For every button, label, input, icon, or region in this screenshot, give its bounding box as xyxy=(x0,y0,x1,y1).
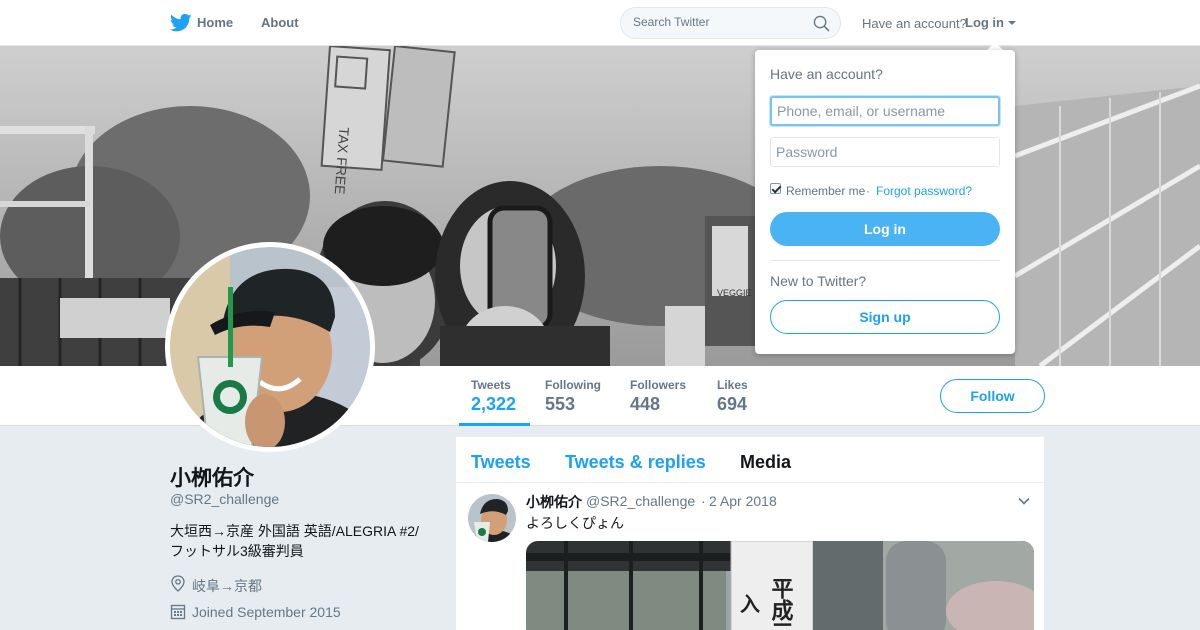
stat-value: 694 xyxy=(717,394,748,414)
dropdown-arrow xyxy=(987,42,1003,50)
tweet-avatar[interactable] xyxy=(468,494,516,542)
chevron-down-icon[interactable] xyxy=(1017,494,1031,508)
profile-location: 岐阜→京都 xyxy=(170,575,262,595)
tweet-media-image[interactable]: 平成三 入 xyxy=(526,541,1034,630)
stat-label: Followers xyxy=(630,378,687,392)
calendar-icon xyxy=(170,604,186,620)
profile-handle[interactable]: @SR2_challenge xyxy=(170,491,279,507)
stat-value: 448 xyxy=(630,394,661,414)
search-icon[interactable] xyxy=(813,15,830,32)
media-sign-text: 平成三 xyxy=(768,577,794,630)
remember-me-label[interactable]: Remember me xyxy=(786,184,865,198)
login-dropdown: Have an account? Remember me · Forgot pa… xyxy=(755,50,1015,354)
tweet-author-name[interactable]: 小栁佑介 xyxy=(526,492,582,512)
tab-media[interactable]: Media xyxy=(740,452,791,473)
separator-dot: · xyxy=(866,184,870,198)
have-account-text: Have an account? xyxy=(862,16,967,31)
tweet-date[interactable]: 2 Apr 2018 xyxy=(709,493,777,509)
new-to-twitter-text: New to Twitter? xyxy=(770,273,867,289)
active-stat-underline xyxy=(459,423,530,426)
media-sign-text-2: 入 xyxy=(740,592,760,616)
login-button[interactable]: Log in xyxy=(770,212,1000,246)
username-field[interactable] xyxy=(770,96,1000,126)
caret-down-icon[interactable] xyxy=(1008,21,1016,25)
signup-button[interactable]: Sign up xyxy=(770,300,1000,334)
stat-followers[interactable]: Followers 448 xyxy=(630,378,686,415)
search-box xyxy=(620,7,841,39)
tab-tweets[interactable]: Tweets xyxy=(471,452,531,473)
stat-value: 2,322 xyxy=(471,394,517,414)
timeline-tabs: Tweets Tweets & replies Media xyxy=(456,437,1044,483)
profile-avatar[interactable] xyxy=(165,242,375,452)
tweet-text: よろしくぴょん xyxy=(526,515,624,531)
stat-tweets[interactable]: Tweets 2,322 xyxy=(471,378,516,415)
nav-about-link[interactable]: About xyxy=(261,15,299,30)
stat-label: Likes xyxy=(717,378,748,392)
stat-label: Tweets xyxy=(471,378,511,392)
stat-following[interactable]: Following 553 xyxy=(545,378,601,415)
location-text: 岐阜→京都 xyxy=(192,578,262,594)
forgot-password-link[interactable]: Forgot password? xyxy=(876,184,972,198)
nav-home-link[interactable]: Home xyxy=(197,15,233,30)
tab-tweets-replies[interactable]: Tweets & replies xyxy=(565,452,706,473)
banner-sign-text-2: VEGGIE xyxy=(717,288,752,298)
profile-name[interactable]: 小栁佑介 xyxy=(170,462,254,492)
login-dropdown-toggle[interactable]: Log in xyxy=(965,15,1004,30)
timeline-panel: Tweets Tweets & replies Media 小栁佑介 @SR2_… xyxy=(456,437,1044,630)
tweet-author-handle[interactable]: @SR2_challenge xyxy=(586,493,695,509)
follow-button[interactable]: Follow xyxy=(940,379,1045,413)
top-navigation-bar: Home About Have an account? Log in xyxy=(0,0,1200,46)
dropdown-divider xyxy=(770,260,1000,261)
search-input[interactable] xyxy=(633,15,803,29)
location-pin-icon xyxy=(171,575,185,592)
remember-me-checkbox[interactable] xyxy=(770,183,781,194)
join-date-text: Joined September 2015 xyxy=(192,604,341,620)
tweet-separator: · xyxy=(701,493,706,509)
dropdown-title: Have an account? xyxy=(770,66,883,82)
stat-likes[interactable]: Likes 694 xyxy=(717,378,748,415)
stat-label: Following xyxy=(545,378,601,392)
twitter-bird-icon[interactable] xyxy=(170,13,192,33)
stat-value: 553 xyxy=(545,394,576,414)
profile-bio: 大垣西→京産 外国語 英語/ALEGRIA #2/フットサル3級審判員 xyxy=(170,523,419,559)
password-field[interactable] xyxy=(770,137,1000,167)
profile-join-date: Joined September 2015 xyxy=(170,603,341,623)
